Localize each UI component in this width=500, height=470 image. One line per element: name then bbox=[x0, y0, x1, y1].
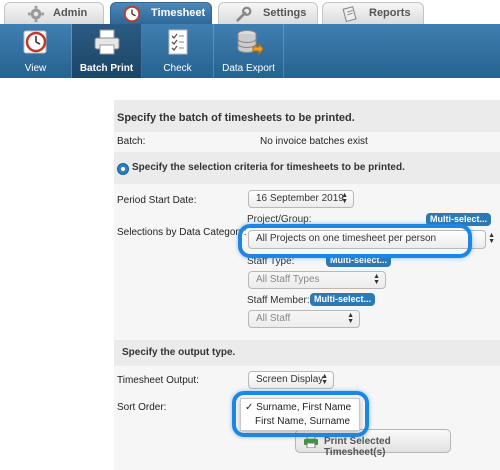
project-group-select[interactable]: All Projects on one timesheet per person… bbox=[248, 230, 495, 249]
staff-type-label: Staff Type: bbox=[247, 256, 295, 267]
select-arrows-icon: ▲ ▼ bbox=[488, 232, 495, 245]
staff-type-value: All Staff Types bbox=[256, 274, 320, 285]
checklist-icon bbox=[168, 29, 187, 55]
timesheet-toolbar: View Batch Print Check Data Export bbox=[0, 24, 500, 78]
project-multi-select-button[interactable]: Multi-select... bbox=[426, 213, 492, 226]
sort-order-dropdown[interactable]: ✓ Surname, First Name First Name, Surnam… bbox=[240, 398, 360, 431]
staff-member-value: All Staff bbox=[256, 313, 291, 324]
wrench-icon bbox=[236, 6, 252, 22]
calendar-clock-icon bbox=[23, 30, 46, 54]
timesheet-output-value: Screen Display bbox=[256, 374, 324, 385]
toolbar-view-label: View bbox=[24, 63, 47, 74]
print-selected-label: Print Selected Timesheet(s) bbox=[324, 436, 391, 458]
select-arrows-icon: ▲ ▼ bbox=[321, 373, 328, 386]
sort-order-label: Sort Order: bbox=[117, 402, 167, 413]
printer-icon bbox=[94, 29, 119, 55]
toolbar-batch-print-button[interactable]: Batch Print bbox=[72, 24, 142, 78]
timesheet-output-label: Timesheet Output: bbox=[117, 375, 199, 386]
tab-settings[interactable]: Settings bbox=[218, 2, 318, 24]
toolbar-data-export-button[interactable]: Data Export bbox=[214, 24, 284, 78]
staff-member-label: Staff Member: bbox=[247, 295, 310, 306]
printer-icon bbox=[304, 435, 318, 448]
data-category-label: Selections by Data Category: bbox=[117, 227, 247, 238]
sort-option-label: Surname, First Name bbox=[256, 402, 352, 413]
period-start-select[interactable]: 16 September 2019 ▲ ▼ bbox=[248, 190, 354, 208]
selection-heading-row: Specify the selection criteria for times… bbox=[114, 152, 500, 184]
batch-row: Batch: No invoice batches exist bbox=[114, 132, 500, 152]
report-icon bbox=[342, 6, 357, 23]
gear-icon bbox=[27, 5, 45, 23]
staff-type-multi-select-button[interactable]: Multi-select... bbox=[326, 254, 392, 267]
batch-value: No invoice batches exist bbox=[260, 136, 368, 147]
tab-settings-label: Settings bbox=[263, 7, 307, 19]
project-group-value: All Projects on one timesheet per person bbox=[256, 233, 437, 244]
project-group-label: Project/Group: bbox=[247, 214, 312, 225]
database-export-icon bbox=[237, 30, 264, 56]
batch-heading: Specify the batch of timesheets to be pr… bbox=[117, 112, 355, 124]
staff-member-select[interactable]: All Staff ▲ ▼ bbox=[248, 310, 360, 328]
top-tab-strip: Admin Timesheet Settings Reports bbox=[0, 0, 500, 24]
select-arrows-icon: ▲ ▼ bbox=[347, 312, 354, 325]
tab-admin-label: Admin bbox=[53, 7, 88, 19]
tab-reports[interactable]: Reports bbox=[322, 2, 424, 24]
tab-admin[interactable]: Admin bbox=[4, 2, 104, 24]
toolbar-check-button[interactable]: Check bbox=[142, 24, 214, 78]
select-arrows-icon: ▲ ▼ bbox=[341, 192, 348, 205]
period-start-label: Period Start Date: bbox=[117, 195, 197, 206]
timesheet-output-select[interactable]: Screen Display ▲ ▼ bbox=[248, 371, 334, 389]
period-start-value: 16 September 2019 bbox=[256, 193, 344, 204]
selected-check-icon: ✓ bbox=[245, 402, 254, 413]
tab-reports-label: Reports bbox=[369, 7, 411, 19]
selection-heading: Specify the selection criteria for times… bbox=[132, 162, 405, 173]
staff-member-multi-select-button[interactable]: Multi-select... bbox=[310, 293, 376, 306]
batch-label: Batch: bbox=[117, 136, 146, 147]
selection-criteria-area: Period Start Date: 16 September 2019 ▲ ▼ … bbox=[114, 184, 500, 340]
print-selected-button[interactable]: Print Selected Timesheet(s) bbox=[295, 429, 451, 458]
toolbar-data-export-label: Data Export bbox=[222, 63, 275, 74]
select-arrows-icon: ▲ ▼ bbox=[373, 273, 380, 286]
tab-timesheet-label: Timesheet bbox=[151, 7, 206, 19]
toolbar-check-label: Check bbox=[163, 63, 192, 74]
staff-type-select[interactable]: All Staff Types ▲ ▼ bbox=[248, 271, 386, 289]
selection-radio[interactable] bbox=[117, 163, 129, 175]
sort-option-first-surname[interactable]: First Name, Surname bbox=[255, 416, 350, 427]
toolbar-batch-print-label: Batch Print bbox=[79, 63, 134, 74]
output-heading-row: Specify the output type. bbox=[114, 340, 500, 366]
tab-timesheet[interactable]: Timesheet bbox=[110, 2, 212, 24]
sort-option-label: First Name, Surname bbox=[255, 416, 351, 427]
batch-heading-row: Specify the batch of timesheets to be pr… bbox=[114, 100, 500, 132]
toolbar-view-button[interactable]: View bbox=[0, 24, 72, 78]
output-heading: Specify the output type. bbox=[122, 347, 236, 358]
clock-icon bbox=[123, 5, 141, 23]
sort-option-surname-first[interactable]: ✓ Surname, First Name bbox=[245, 402, 351, 413]
